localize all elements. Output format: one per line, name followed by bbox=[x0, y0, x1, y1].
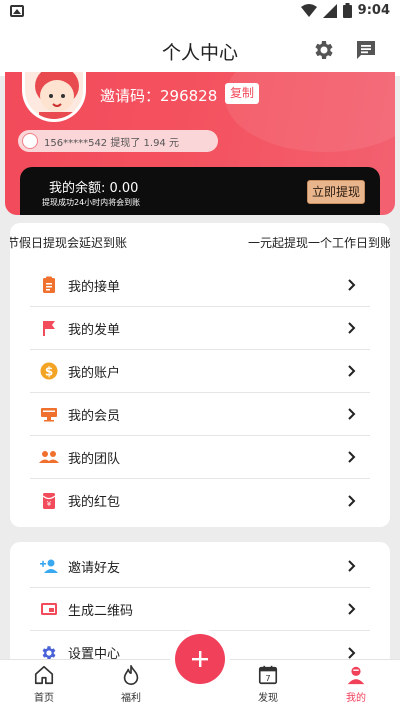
chevron-right-icon bbox=[348, 646, 356, 659]
page-title: 个人中心 bbox=[161, 42, 238, 64]
menu-item-my-red-packet[interactable]: ¥ 我的红包 bbox=[30, 479, 370, 522]
dollar-icon: $ bbox=[38, 360, 60, 382]
calendar-badge: 7 bbox=[265, 673, 270, 683]
menu-item-invite-friends[interactable]: 邀请好友 bbox=[30, 545, 370, 588]
tab-mine[interactable]: 我的 bbox=[326, 664, 386, 704]
chevron-right-icon bbox=[348, 279, 356, 291]
message-icon[interactable] bbox=[354, 38, 378, 62]
svg-text:$: $ bbox=[45, 365, 53, 379]
menu-item-my-team[interactable]: 我的团队 bbox=[30, 436, 370, 479]
menu-label: 我的接单 bbox=[68, 279, 121, 295]
profile-banner: 邀请码：296828 复制 156*****542 提现了 1.94 元 我的余… bbox=[5, 72, 395, 215]
chevron-right-icon bbox=[348, 408, 356, 420]
chevron-right-icon bbox=[348, 494, 356, 507]
calendar-icon: 7 bbox=[258, 665, 278, 685]
chevron-right-icon bbox=[348, 322, 356, 334]
avatar[interactable] bbox=[22, 72, 86, 122]
menu-label: 我的团队 bbox=[68, 451, 121, 467]
copy-button[interactable]: 复制 bbox=[225, 83, 260, 104]
member-icon bbox=[38, 403, 60, 425]
tab-welfare[interactable]: 福利 bbox=[101, 664, 161, 704]
profile-icon bbox=[347, 666, 365, 685]
clipboard-icon bbox=[38, 274, 60, 296]
menu-item-my-membership[interactable]: 我的会员 bbox=[30, 393, 370, 436]
notice-avatar-icon bbox=[22, 133, 38, 149]
chevron-right-icon bbox=[348, 365, 356, 377]
menu-card-main: 节假日提现会延迟到账 一元起提现一个工作日到账 我的接单 我的发单 $ 我的账户… bbox=[10, 223, 390, 527]
menu-item-my-account[interactable]: $ 我的账户 bbox=[30, 350, 370, 393]
tip-one-yuan: 一元起提现一个工作日到账 bbox=[247, 236, 390, 250]
image-notification-icon bbox=[10, 5, 24, 17]
flame-icon bbox=[123, 665, 139, 685]
tab-label: 首页 bbox=[34, 693, 54, 704]
signal-icon bbox=[322, 3, 337, 18]
wifi-icon bbox=[300, 3, 317, 17]
avatar-image bbox=[35, 72, 79, 119]
menu-label: 我的账户 bbox=[68, 365, 121, 381]
plus-icon bbox=[192, 651, 208, 667]
menu-item-my-orders[interactable]: 我的接单 bbox=[30, 264, 370, 307]
menu-label: 我的发单 bbox=[68, 322, 121, 338]
tab-label: 福利 bbox=[121, 693, 141, 704]
tip-holiday: 节假日提现会延迟到账 bbox=[10, 236, 128, 250]
home-icon bbox=[34, 665, 54, 685]
tab-label: 我的 bbox=[346, 693, 366, 704]
app-header: 个人中心 bbox=[0, 24, 400, 76]
status-bar: 9:04 bbox=[0, 0, 400, 24]
notice-text: 156*****542 提现了 1.94 元 bbox=[44, 137, 179, 149]
menu-label: 邀请好友 bbox=[68, 560, 121, 576]
chevron-right-icon bbox=[348, 451, 356, 463]
add-friend-icon bbox=[38, 555, 60, 577]
qrcode-icon bbox=[38, 598, 60, 620]
withdraw-notice: 156*****542 提现了 1.94 元 bbox=[18, 130, 218, 152]
tab-label: 发现 bbox=[258, 693, 278, 704]
menu-label: 生成二维码 bbox=[68, 603, 134, 619]
gear-icon[interactable] bbox=[312, 38, 336, 62]
menu-label: 我的会员 bbox=[68, 408, 121, 424]
flag-icon bbox=[38, 317, 60, 339]
chevron-right-icon bbox=[348, 560, 356, 572]
chevron-right-icon bbox=[348, 603, 356, 615]
menu-item-generate-qrcode[interactable]: 生成二维码 bbox=[30, 588, 370, 631]
menu-item-my-posts[interactable]: 我的发单 bbox=[30, 307, 370, 350]
battery-icon bbox=[342, 3, 352, 18]
tab-discover[interactable]: 7 发现 bbox=[238, 664, 298, 704]
balance-label: 我的余额: 0.00 bbox=[49, 181, 139, 196]
balance-card: 我的余额: 0.00 提现成功24小时内将会到账 立即提现 bbox=[20, 167, 380, 215]
menu-label: 我的红包 bbox=[68, 495, 121, 510]
red-packet-icon: ¥ bbox=[38, 490, 60, 512]
svg-text:¥: ¥ bbox=[47, 500, 52, 508]
status-icons: 9:04 bbox=[300, 3, 390, 18]
withdraw-button[interactable]: 立即提现 bbox=[306, 180, 365, 204]
add-button[interactable] bbox=[175, 634, 225, 684]
team-icon bbox=[38, 446, 60, 468]
invite-code: 邀请码：296828 bbox=[100, 87, 218, 105]
balance-subtitle: 提现成功24小时内将会到账 bbox=[42, 198, 141, 207]
tab-home[interactable]: 首页 bbox=[14, 664, 74, 704]
status-time: 9:04 bbox=[357, 3, 390, 18]
